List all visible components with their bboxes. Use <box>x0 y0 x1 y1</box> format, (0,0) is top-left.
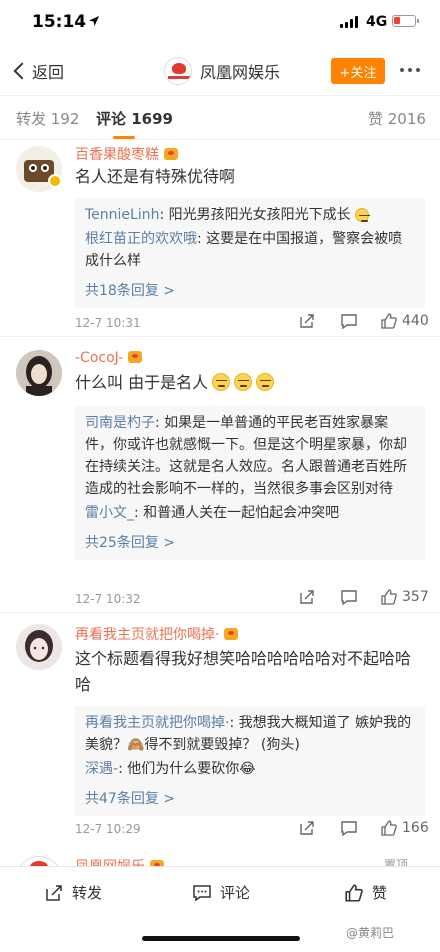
share-icon[interactable] <box>298 588 316 606</box>
username-text: 再看我主页就把你喝掉· <box>75 627 220 643</box>
home-indicator[interactable] <box>142 936 300 941</box>
reply-username[interactable]: 再看我主页就把你喝掉· <box>85 715 229 731</box>
member-crown-icon <box>128 351 143 363</box>
comment-icon[interactable] <box>340 588 358 606</box>
watermark: @黄莉巴 <box>346 926 395 940</box>
like-count: 440 <box>402 313 429 329</box>
repost-button[interactable]: 转发 <box>44 882 102 903</box>
comment-text: 名人还是有特殊优待啊 <box>75 167 236 186</box>
username-text: 百香果酸枣糕 <box>75 147 159 163</box>
account-header[interactable]: 凤凰网娱乐 <box>164 57 280 85</box>
divider <box>0 336 440 337</box>
comment-username[interactable]: 再看我主页就把你喝掉· <box>75 624 239 644</box>
comment-button[interactable]: 评论 <box>192 882 250 903</box>
like-button[interactable]: 357 <box>380 588 429 606</box>
status-bar: 15:14 4G <box>0 0 440 46</box>
like-button[interactable]: 赞 <box>344 882 387 903</box>
reply-line: 司南是杓子: 如果是一单普通的平民老百姓家暴案件，你或许也就感慨一下。但是这个明… <box>85 412 415 500</box>
member-crown-icon <box>164 148 178 160</box>
comment-icon[interactable] <box>340 312 358 330</box>
comment-label: 评论 <box>220 884 251 902</box>
reply-text: : 和普通人关在一起怕起会冲突吧 <box>134 505 340 521</box>
comment-text: 这个标题看得我好想笑哈哈哈哈哈哈对不起哈哈哈 <box>75 649 412 694</box>
like-count: 166 <box>402 820 429 836</box>
share-icon[interactable] <box>298 312 316 330</box>
reply-username[interactable]: TennieLinh <box>85 207 159 223</box>
comment-icon[interactable] <box>340 819 358 837</box>
more-replies-link[interactable]: 共25条回复 > <box>85 532 415 554</box>
comment-username[interactable]: -CocoJ- <box>75 350 143 366</box>
comment-time: 12-7 10:32 <box>75 592 141 606</box>
repost-icon <box>46 884 62 901</box>
nav-bar: 返回 凤凰网娱乐 +关注 <box>0 46 440 96</box>
comment-text: 什么叫 由于是名人 <box>75 370 425 396</box>
comment-item: 百香果酸枣糕 名人还是有特殊优待啊 TennieLinh: 阳光男孩阳光女孩阳光… <box>0 140 440 336</box>
follow-button[interactable]: +关注 <box>331 58 385 84</box>
reply-box[interactable]: TennieLinh: 阳光男孩阳光女孩阳光下成长 根红苗正的欢欢哦: 这要是在… <box>75 198 425 308</box>
reply-username[interactable]: 根红苗正的欢欢哦 <box>85 231 197 247</box>
comment-text-body: 什么叫 由于是名人 <box>75 373 209 392</box>
chevron-left-icon <box>13 62 31 80</box>
smirk-emoji-icon <box>234 373 253 391</box>
repost-label: 转发 <box>72 884 103 902</box>
reply-text: : 他们为什么要砍你😂 <box>118 761 256 777</box>
reply-username[interactable]: 司南是杓子 <box>85 415 155 431</box>
reply-line: 再看我主页就把你喝掉·: 我想我大概知道了 嫉妒我的美貌？🙈得不到就要毁掉？ (… <box>85 712 415 756</box>
like-button[interactable]: 166 <box>380 819 429 837</box>
reply-username[interactable]: 深遇- <box>85 761 118 777</box>
thumbs-up-icon <box>345 883 363 902</box>
location-arrow-icon <box>89 16 99 26</box>
back-label: 返回 <box>32 63 65 82</box>
active-tab-indicator <box>113 136 135 139</box>
like-label: 赞 <box>372 884 388 902</box>
page-title: 凤凰网娱乐 <box>200 63 281 82</box>
member-crown-icon <box>224 628 239 640</box>
network-type: 4G <box>366 14 388 30</box>
reply-line: 雷小文_: 和普通人关在一起怕起会冲突吧 <box>85 502 415 524</box>
back-button[interactable]: 返回 <box>10 58 64 84</box>
reply-username[interactable]: 雷小文_ <box>85 505 134 521</box>
signal-icon <box>340 16 360 28</box>
reply-line: TennieLinh: 阳光男孩阳光女孩阳光下成长 <box>85 204 415 226</box>
tab-bar: 转发 192 评论 1699 赞 2016 <box>0 96 440 140</box>
more-replies-link[interactable]: 共47条回复 > <box>85 788 415 810</box>
reply-box[interactable]: 司南是杓子: 如果是一单普通的平民老百姓家暴案件，你或许也就感慨一下。但是这个明… <box>75 406 425 560</box>
more-replies-link[interactable]: 共18条回复 > <box>85 280 415 302</box>
reply-box[interactable]: 再看我主页就把你喝掉·: 我想我大概知道了 嫉妒我的美貌？🙈得不到就要毁掉？ (… <box>75 706 425 816</box>
avatar[interactable] <box>16 350 62 396</box>
like-button[interactable]: 440 <box>380 312 429 330</box>
tab-reposts[interactable]: 转发 192 <box>16 108 79 129</box>
thumbs-up-icon <box>381 313 397 329</box>
divider <box>0 612 440 613</box>
like-count: 357 <box>402 589 429 605</box>
more-options-icon[interactable] <box>400 68 420 72</box>
username-text: -CocoJ- <box>75 350 124 366</box>
avatar[interactable] <box>16 624 62 670</box>
status-time: 15:14 <box>32 12 87 32</box>
battery-icon <box>392 15 419 27</box>
verified-badge-icon <box>48 174 62 188</box>
reply-line: 根红苗正的欢欢哦: 这要是在中国报道，警察会被喷成什么样 <box>85 228 415 272</box>
comment-time: 12-7 10:29 <box>75 822 141 836</box>
share-icon[interactable] <box>298 819 316 837</box>
comment-item: -CocoJ- 什么叫 由于是名人 司南是杓子: 如果是一单普通的平民老百姓家暴… <box>0 346 440 620</box>
comment-icon <box>193 884 211 901</box>
reply-text: : 阳光男孩阳光女孩阳光下成长 <box>159 207 351 223</box>
tab-likes[interactable]: 赞 2016 <box>368 108 426 129</box>
comment-item: 再看我主页就把你喝掉· 这个标题看得我好想笑哈哈哈哈哈哈对不起哈哈哈 再看我主页… <box>0 620 440 856</box>
thumbs-up-icon <box>381 589 397 605</box>
tab-comments[interactable]: 评论 1699 <box>96 108 173 129</box>
smirk-emoji-icon <box>212 373 231 391</box>
bottom-action-bar: 转发 评论 赞 <box>0 866 440 920</box>
thumbs-up-icon <box>381 820 397 836</box>
comment-username[interactable]: 百香果酸枣糕 <box>75 144 178 164</box>
comment-time: 12-7 10:31 <box>75 316 141 330</box>
reply-line: 深遇-: 他们为什么要砍你😂 <box>85 758 415 780</box>
ifeng-logo-icon <box>164 57 192 85</box>
smile-emoji-icon <box>354 208 370 222</box>
smirk-emoji-icon <box>256 373 275 391</box>
